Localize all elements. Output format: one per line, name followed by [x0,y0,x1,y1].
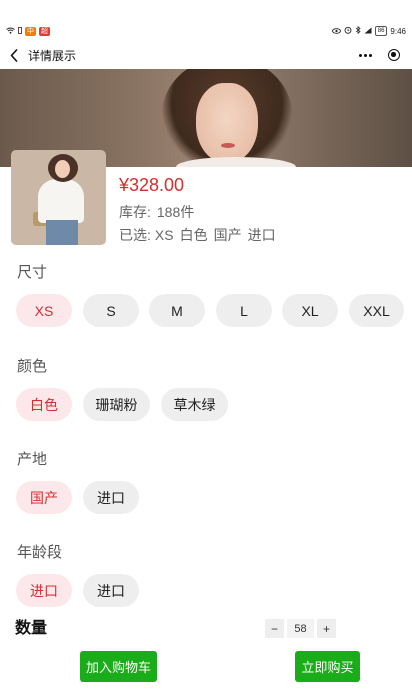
quantity-stepper: − 58 + [265,619,336,638]
size-section-title: 尺寸 [17,264,48,281]
selected-label: 已选: [119,227,151,243]
back-arrow-icon[interactable] [6,46,22,64]
selected-value: 国产 [213,227,242,243]
origin-section-title: 产地 [17,451,48,468]
size-option-xxl[interactable]: XXL [349,294,404,327]
battery-indicator: 86 [374,26,388,36]
app-badge-2: 超 [39,26,50,36]
more-dots-icon[interactable] [359,53,372,57]
selected-value: 进口 [247,227,276,243]
status-bar: 中 超 86 9:46 [0,20,412,42]
product-price: ¥328.00 [119,175,185,195]
sim-icon [18,26,22,36]
record-target-icon[interactable] [388,49,400,61]
buy-now-button[interactable]: 立即购买 [295,651,360,682]
alarm-icon [344,26,352,36]
product-thumbnail [11,150,106,245]
stock-value: 188件 [156,204,195,220]
status-time: 9:46 [390,26,406,36]
selected-info: 已选: XS 白色 国产 进口 [119,226,276,244]
add-to-cart-button[interactable]: 加入购物车 [80,651,157,682]
signal-icon [364,27,372,36]
status-left: 中 超 [6,26,50,36]
eye-icon [331,27,341,36]
page-title: 详情展示 [28,48,77,63]
color-option-white[interactable]: 白色 [16,388,72,421]
bluetooth-icon [355,25,361,36]
age-option-1[interactable]: 进口 [16,574,72,607]
color-option-grass-green[interactable]: 草木绿 [161,388,228,421]
size-option-m[interactable]: M [149,294,205,327]
quantity-plus-button[interactable]: + [317,619,336,638]
nav-bar: 详情展示 [0,42,412,68]
size-option-xs[interactable]: XS [16,294,72,327]
quantity-value[interactable]: 58 [287,619,314,638]
quantity-minus-button[interactable]: − [265,619,284,638]
color-option-coral-pink[interactable]: 珊瑚粉 [83,388,150,421]
age-option-2[interactable]: 进口 [83,574,139,607]
selected-value: 白色 [179,227,208,243]
color-section-title: 颜色 [17,358,48,375]
stock-info: 库存: 188件 [119,203,194,221]
origin-option-domestic[interactable]: 国产 [16,481,72,514]
age-section-title: 年龄段 [17,544,63,561]
nav-actions [359,49,406,61]
stock-label: 库存: [119,204,151,220]
status-right: 86 9:46 [331,25,406,36]
quantity-label: 数量 [15,620,48,637]
size-option-s[interactable]: S [83,294,139,327]
app-badge-1: 中 [25,26,36,36]
selected-value: XS [154,227,174,243]
wifi-icon [6,27,15,36]
size-option-xl[interactable]: XL [282,294,338,327]
size-option-l[interactable]: L [216,294,272,327]
origin-option-imported[interactable]: 进口 [83,481,139,514]
